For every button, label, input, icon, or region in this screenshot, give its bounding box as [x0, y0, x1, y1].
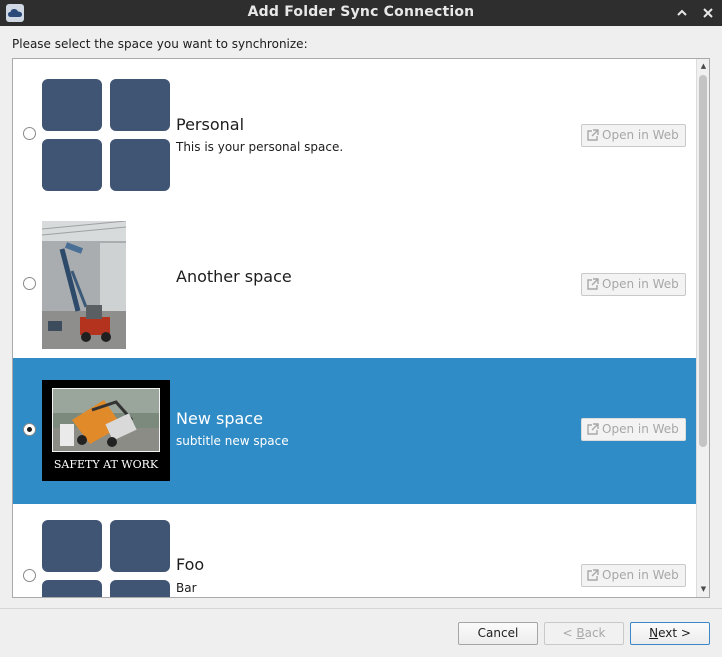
scroll-up-arrow-icon[interactable]: ▲: [699, 62, 708, 71]
space-name: Foo: [176, 555, 205, 574]
open-in-web-label: Open in Web: [602, 128, 679, 142]
space-radio-new-space[interactable]: [23, 423, 36, 436]
cancel-label: Cancel: [477, 626, 519, 640]
space-name: Personal: [176, 115, 245, 134]
scroll-down-arrow-icon[interactable]: ▼: [699, 585, 708, 594]
external-link-icon: [587, 278, 599, 290]
space-radio-foo[interactable]: [23, 569, 36, 582]
vertical-scrollbar[interactable]: ▲ ▼: [696, 59, 709, 597]
next-label: ext >: [658, 626, 691, 640]
next-button[interactable]: Next >: [630, 622, 710, 645]
open-in-web-button[interactable]: Open in Web: [581, 273, 686, 296]
poster-caption: SAFETY AT WORK: [53, 458, 159, 471]
back-prefix: <: [562, 626, 577, 640]
external-link-icon: [587, 129, 599, 141]
space-name: New space: [176, 409, 263, 428]
scroll-thumb[interactable]: [699, 75, 707, 447]
back-mnemonic: B: [576, 626, 585, 640]
external-link-icon: [587, 423, 599, 435]
space-name: Another space: [176, 267, 292, 286]
space-radio-another-space[interactable]: [23, 277, 36, 290]
space-radio-personal[interactable]: [23, 127, 36, 140]
next-mnemonic: N: [649, 626, 659, 640]
space-row-new-space[interactable]: SAFETY AT WORK New space subtitle new sp…: [13, 358, 696, 504]
space-subtitle: Bar: [176, 581, 197, 595]
external-link-icon: [587, 569, 599, 581]
window-titlebar: Add Folder Sync Connection: [0, 0, 722, 26]
open-in-web-button[interactable]: Open in Web: [581, 564, 686, 587]
space-list[interactable]: Personal This is your personal space. Op…: [12, 58, 710, 598]
space-placeholder-icon: [42, 79, 170, 191]
back-button[interactable]: < Back: [544, 622, 624, 645]
space-placeholder-icon: [42, 520, 170, 597]
space-subtitle: subtitle new space: [176, 434, 289, 448]
space-subtitle: This is your personal space.: [176, 140, 344, 154]
cancel-button[interactable]: Cancel: [458, 622, 538, 645]
open-in-web-label: Open in Web: [602, 277, 679, 291]
space-image-safety-poster: SAFETY AT WORK: [42, 380, 170, 481]
open-in-web-label: Open in Web: [602, 422, 679, 436]
open-in-web-button[interactable]: Open in Web: [581, 124, 686, 147]
footer-divider: [0, 608, 722, 609]
instruction-label: Please select the space you want to sync…: [12, 37, 308, 51]
space-row-another-space[interactable]: Another space Open in Web: [13, 205, 696, 351]
space-row-personal[interactable]: Personal This is your personal space. Op…: [13, 59, 696, 205]
window-title: Add Folder Sync Connection: [247, 4, 475, 20]
space-image-forklift: [41, 220, 127, 349]
open-in-web-label: Open in Web: [602, 568, 679, 582]
close-icon[interactable]: [699, 4, 717, 22]
open-in-web-button[interactable]: Open in Web: [581, 418, 686, 441]
space-row-foo[interactable]: Foo Bar Open in Web: [13, 504, 696, 597]
maximize-icon[interactable]: [673, 4, 691, 22]
back-label: ack: [584, 626, 606, 640]
